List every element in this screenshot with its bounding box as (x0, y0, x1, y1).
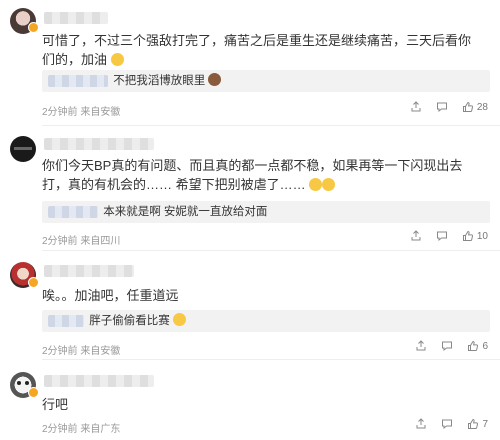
comment-icon (436, 231, 447, 242)
comment-item: 你们今天BP真的有问题、而且真的都一点都不稳，如果再等一下闪现出去打，真的有机会… (0, 126, 500, 250)
comment-text: 可惜了，不过三个强敌打完了，痛苦之后是重生还是继续痛苦，三天后看你们的，加油 (42, 31, 480, 69)
grin-emoji-icon (110, 53, 124, 66)
thumbs-up-icon (468, 340, 479, 351)
username[interactable] (44, 265, 134, 277)
comment-body: 行吧 (42, 397, 69, 412)
share-button[interactable] (415, 340, 427, 352)
reply-username[interactable] (48, 205, 98, 218)
comment-button[interactable] (441, 340, 453, 352)
share-icon (416, 340, 426, 351)
reply-text: 不把我滔博放眼里 (113, 75, 206, 87)
username[interactable] (44, 138, 154, 150)
reply-text: 胖子偷偷看比赛 (89, 315, 170, 327)
reply-preview[interactable]: 不把我滔博放眼里 (42, 70, 490, 92)
comment-actions: 6 (415, 340, 488, 352)
comment-button[interactable] (441, 418, 453, 430)
share-icon (411, 101, 421, 112)
verified-badge-icon (28, 277, 39, 288)
like-count: 6 (482, 340, 488, 352)
comment-text: 唉。。加油吧，任重道远 (42, 286, 480, 305)
verified-badge-icon (28, 22, 39, 33)
like-count: 28 (476, 101, 488, 113)
reply-username[interactable] (48, 74, 108, 87)
comment-body: 你们今天BP真的有问题、而且真的都一点都不稳，如果再等一下闪现出去打，真的有机会… (42, 158, 463, 192)
thumbs-up-icon (468, 418, 479, 429)
comment-button[interactable] (436, 230, 448, 242)
like-button[interactable]: 10 (462, 230, 488, 242)
comment-text: 行吧 (42, 395, 480, 414)
avatar[interactable] (10, 136, 36, 162)
comment-meta: 2分钟前 来自四川 (42, 236, 121, 247)
comment-meta: 2分钟前 来自安徽 (42, 107, 121, 118)
username[interactable] (44, 375, 154, 387)
like-button[interactable]: 7 (467, 418, 488, 430)
comment-item: 可惜了，不过三个强敌打完了，痛苦之后是重生还是继续痛苦，三天后看你们的，加油 不… (0, 0, 500, 125)
smile-emoji-icon (172, 313, 186, 326)
reply-preview[interactable]: 本来就是啊 安妮就一直放给对面 (42, 201, 490, 223)
share-icon (416, 418, 426, 429)
username[interactable] (44, 12, 108, 24)
comment-item: 行吧 2分钟前 来自广东 7 (0, 360, 500, 440)
like-button[interactable]: 6 (467, 340, 488, 352)
reply-preview[interactable]: 胖子偷偷看比赛 (42, 310, 490, 332)
reply-username[interactable] (48, 314, 84, 327)
comment-body: 可惜了，不过三个强敌打完了，痛苦之后是重生还是继续痛苦，三天后看你们的，加油 (42, 33, 472, 67)
share-button[interactable] (410, 230, 422, 242)
like-count: 7 (482, 418, 488, 430)
comment-actions: 10 (410, 230, 488, 242)
comment-actions: 7 (415, 418, 488, 430)
thumbs-up-icon (462, 101, 473, 112)
reply-text: 本来就是啊 安妮就一直放给对面 (103, 206, 268, 218)
comment-meta: 2分钟前 来自安徽 (42, 346, 121, 357)
verified-badge-icon (28, 387, 39, 398)
crying-emoji-icon (322, 178, 336, 191)
like-count: 10 (476, 230, 488, 242)
comment-item: 唉。。加油吧，任重道远 胖子偷偷看比赛 2分钟前 来自安徽 6 (0, 251, 500, 359)
share-button[interactable] (415, 418, 427, 430)
comment-actions: 28 (410, 101, 488, 113)
comment-icon (442, 341, 453, 352)
comment-icon (436, 102, 447, 113)
comment-icon (442, 419, 453, 430)
like-button[interactable]: 28 (462, 101, 488, 113)
comment-body: 唉。。加油吧，任重道远 (42, 288, 179, 303)
share-icon (411, 230, 421, 241)
comment-button[interactable] (436, 101, 448, 113)
crying-emoji-icon (309, 178, 323, 191)
girl-emoji-icon (208, 73, 222, 86)
comment-text: 你们今天BP真的有问题、而且真的都一点都不稳，如果再等一下闪现出去打，真的有机会… (42, 156, 480, 194)
comment-meta: 2分钟前 来自广东 (42, 424, 121, 435)
share-button[interactable] (410, 101, 422, 113)
thumbs-up-icon (462, 230, 473, 241)
